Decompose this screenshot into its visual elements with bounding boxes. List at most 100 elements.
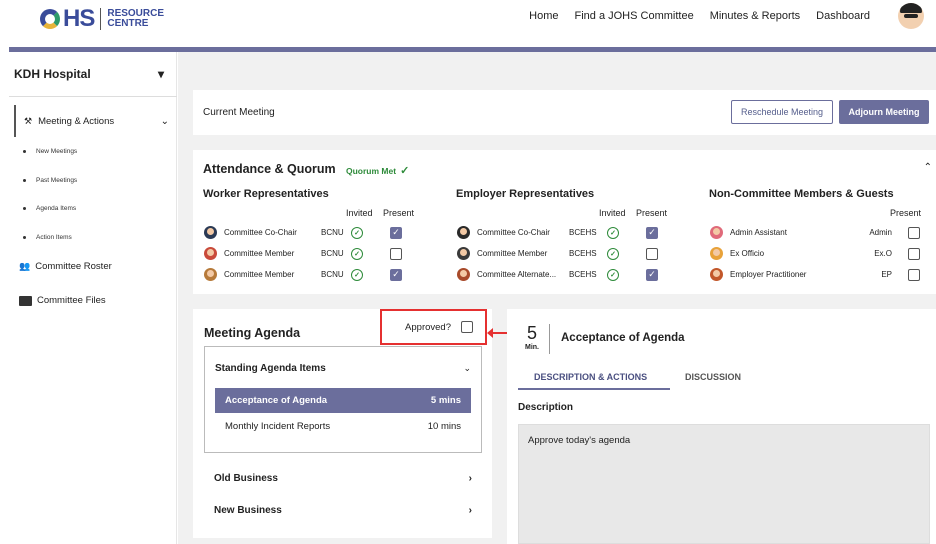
tab-description-actions[interactable]: DESCRIPTION & ACTIONS	[534, 372, 647, 382]
present-checkbox[interactable]: ✓	[646, 268, 658, 281]
new-business-row[interactable]: New Business ›	[214, 505, 472, 516]
chevron-down-icon[interactable]: ⌄	[463, 363, 471, 374]
sidebar-item-meeting-actions[interactable]: ⚒ Meeting & Actions ⌄	[14, 105, 169, 137]
avatar	[457, 247, 470, 260]
description-text: Approve today's agenda	[528, 435, 631, 446]
approved-label: Approved?	[405, 321, 451, 333]
logo-text: RESOURCE CENTRE	[107, 9, 164, 29]
detail-title: Acceptance of Agenda	[561, 332, 685, 344]
collapse-icon[interactable]: ⌃	[924, 162, 932, 173]
logo-line2: CENTRE	[107, 18, 149, 29]
sidebar-sub-new-meetings[interactable]: New Meetings	[23, 148, 77, 155]
present-checkbox[interactable]: ✓	[646, 226, 658, 239]
logo[interactable]: HS RESOURCE CENTRE	[40, 5, 164, 33]
present-checkbox[interactable]	[908, 247, 920, 260]
sidebar-sub-label: Agenda Items	[36, 205, 77, 212]
invited-check-icon: ✓	[351, 226, 363, 239]
people-icon: 👥	[19, 261, 31, 271]
avatar	[710, 268, 723, 281]
member-org: BCEHS	[569, 270, 597, 279]
member-org: BCNU	[321, 249, 344, 258]
worker-row: Committee Co-Chair BCNU ✓ ✓	[204, 226, 402, 239]
employer-row: Committee Co-Chair BCEHS ✓ ✓	[457, 226, 658, 239]
present-checkbox[interactable]	[908, 268, 920, 281]
employer-reps-title: Employer Representatives	[456, 188, 595, 200]
agenda-title: Meeting Agenda	[204, 326, 301, 340]
guest-role: Ex Officio	[730, 249, 765, 258]
current-meeting-card: Current Meeting Reschedule Meeting Adjou…	[193, 90, 936, 135]
standing-items-panel: Standing Agenda Items ⌄ Acceptance of Ag…	[204, 346, 482, 453]
member-org: BCNU	[321, 270, 344, 279]
agenda-item-duration: 5 mins	[430, 395, 461, 406]
member-role: Committee Member	[224, 249, 295, 258]
top-bar: HS RESOURCE CENTRE Home Find a JOHS Comm…	[0, 0, 936, 47]
chevron-down-icon: ▾	[157, 67, 164, 81]
sidebar-item-label: Committee Roster	[35, 261, 112, 272]
nav-find-committee[interactable]: Find a JOHS Committee	[574, 10, 693, 22]
avatar	[457, 268, 470, 281]
chevron-right-icon: ›	[468, 473, 472, 484]
guest-row: Admin Assistant Admin	[710, 226, 920, 239]
duration-unit: Min.	[525, 344, 539, 351]
invited-check-icon: ✓	[351, 268, 363, 281]
guests-title: Non-Committee Members & Guests	[709, 188, 894, 200]
agenda-item-duration: 10 mins	[427, 421, 461, 432]
duration-display: 5 Min.	[525, 323, 539, 351]
logo-hs: HS	[63, 5, 95, 32]
guest-code: Admin	[869, 228, 892, 237]
avatar	[457, 226, 470, 239]
sidebar: KDH Hospital ▾ ⚒ Meeting & Actions ⌄ New…	[9, 52, 177, 544]
reschedule-button[interactable]: Reschedule Meeting	[731, 100, 833, 124]
col-present: Present	[890, 208, 922, 218]
col-invited: Invited	[599, 208, 626, 218]
main-content: Current Meeting Reschedule Meeting Adjou…	[178, 52, 936, 544]
guest-code: EP	[881, 270, 892, 279]
avatar	[204, 247, 217, 260]
avatar	[710, 247, 723, 260]
member-role: Committee Member	[477, 249, 548, 258]
check-icon: ✓	[400, 165, 410, 177]
approved-highlight: Approved?	[380, 309, 487, 345]
sidebar-sub-past-meetings[interactable]: Past Meetings	[23, 177, 77, 184]
description-field[interactable]: Approve today's agenda	[518, 424, 930, 544]
sidebar-sub-action-items[interactable]: Action Items	[23, 234, 72, 241]
approved-checkbox[interactable]	[461, 321, 473, 333]
user-avatar[interactable]	[898, 3, 924, 29]
member-org: BCEHS	[569, 249, 597, 258]
nav-home[interactable]: Home	[529, 10, 558, 22]
new-business-label: New Business	[214, 505, 282, 516]
agenda-item[interactable]: Monthly Incident Reports 10 mins	[215, 414, 471, 439]
present-checkbox[interactable]: ✓	[390, 268, 402, 281]
sidebar-item-committee-files[interactable]: Committee Files	[19, 295, 106, 306]
attendance-title: Attendance & Quorum	[203, 162, 336, 176]
sidebar-item-label: Meeting & Actions	[38, 115, 115, 127]
adjourn-button[interactable]: Adjourn Meeting	[839, 100, 929, 124]
logo-ring-icon	[40, 9, 60, 29]
bullet-icon	[23, 150, 26, 153]
present-checkbox[interactable]	[390, 247, 402, 260]
description-label: Description	[518, 402, 574, 413]
col-present: Present	[383, 208, 415, 218]
present-checkbox[interactable]	[908, 226, 920, 239]
present-checkbox[interactable]: ✓	[390, 226, 402, 239]
invited-check-icon: ✓	[351, 247, 363, 260]
hospital-select[interactable]: KDH Hospital ▾	[14, 67, 164, 81]
standing-items-title[interactable]: Standing Agenda Items	[215, 363, 326, 374]
invited-check-icon: ✓	[607, 268, 619, 281]
col-present: Present	[636, 208, 668, 218]
tab-discussion[interactable]: DISCUSSION	[685, 372, 741, 382]
nav-dashboard[interactable]: Dashboard	[816, 10, 870, 22]
invited-check-icon: ✓	[607, 226, 619, 239]
agenda-item[interactable]: Acceptance of Agenda 5 mins	[215, 388, 471, 413]
member-role: Committee Co-Chair	[477, 228, 550, 237]
worker-reps-title: Worker Representatives	[203, 188, 329, 200]
agenda-item-name: Acceptance of Agenda	[225, 395, 328, 406]
attendance-card: Attendance & Quorum Quorum Met ✓ ⌃ Worker…	[193, 150, 936, 294]
present-checkbox[interactable]	[646, 247, 658, 260]
employer-row: Committee Alternate... BCEHS ✓ ✓	[457, 268, 658, 281]
folder-icon	[19, 295, 32, 306]
nav-minutes-reports[interactable]: Minutes & Reports	[710, 10, 800, 22]
sidebar-item-committee-roster[interactable]: 👥 Committee Roster	[19, 261, 112, 272]
old-business-row[interactable]: Old Business ›	[214, 473, 472, 484]
sidebar-sub-agenda-items[interactable]: Agenda Items	[23, 205, 76, 212]
